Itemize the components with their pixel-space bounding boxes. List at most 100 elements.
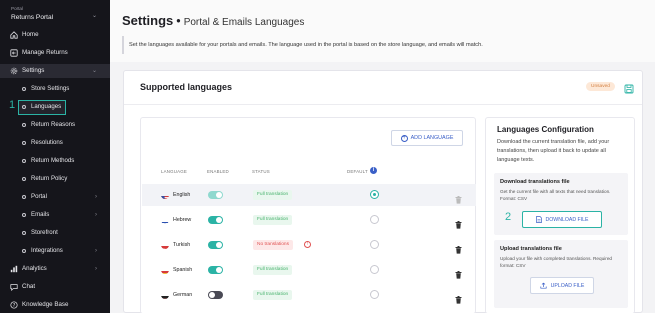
sidebar-subitem-integrations[interactable]: Integrations › bbox=[0, 244, 110, 258]
sidebar-item-label: Store Settings bbox=[31, 85, 70, 92]
portal-name: Returns Portal bbox=[11, 14, 54, 21]
plus-icon: + bbox=[400, 134, 408, 142]
column-header-enabled: ENABLED bbox=[207, 169, 229, 174]
language-name: English bbox=[173, 192, 191, 198]
sidebar-item-label: Portal bbox=[31, 193, 47, 200]
germany-flag-icon bbox=[161, 291, 169, 299]
analytics-icon bbox=[10, 265, 18, 273]
trash-icon[interactable] bbox=[455, 216, 462, 229]
sidebar-item-settings[interactable]: Settings ⌄ bbox=[0, 64, 110, 78]
config-title: Languages Configuration bbox=[497, 125, 594, 134]
chevron-right-icon: › bbox=[95, 212, 97, 218]
sidebar-subitem-storefront[interactable]: Storefront bbox=[0, 226, 110, 240]
column-header-status: STATUS bbox=[252, 169, 270, 174]
chevron-down-icon: ⌄ bbox=[91, 68, 97, 74]
spain-flag-icon bbox=[161, 266, 169, 274]
table-row: Hebrew Full translation bbox=[142, 209, 476, 231]
table-row: German Full translation bbox=[142, 284, 476, 306]
chevron-right-icon: › bbox=[95, 266, 97, 272]
add-language-button[interactable]: + ADD LANGUAGE bbox=[391, 130, 463, 146]
bullet-icon bbox=[22, 141, 26, 145]
page-header: Settings • Portal & Emails Languages Set t… bbox=[110, 0, 655, 62]
default-radio[interactable] bbox=[370, 190, 379, 199]
upload-icon bbox=[540, 282, 547, 289]
portal-caption: Portal bbox=[11, 6, 24, 11]
trash-icon[interactable] bbox=[455, 191, 462, 204]
default-radio[interactable] bbox=[370, 240, 379, 249]
israel-flag-icon bbox=[161, 216, 169, 224]
trash-icon[interactable] bbox=[455, 291, 462, 304]
bullet-icon bbox=[22, 177, 26, 181]
save-icon[interactable] bbox=[624, 81, 634, 94]
download-file-label: DOWNLOAD FILE bbox=[545, 216, 589, 223]
sidebar-subitem-return-policy[interactable]: Return Policy bbox=[0, 172, 110, 186]
home-icon bbox=[10, 31, 18, 39]
sidebar-item-label: Languages bbox=[31, 103, 62, 110]
sidebar-item-home[interactable]: Home bbox=[0, 28, 110, 42]
sidebar-item-label: Return Reasons bbox=[31, 121, 76, 128]
page-description: Set the languages available for your por… bbox=[129, 42, 483, 48]
languages-table-panel: + ADD LANGUAGE LANGUAGE ENABLED STATUS D… bbox=[140, 117, 476, 313]
sidebar-item-knowledge-base[interactable]: ? Knowledge Base bbox=[0, 298, 110, 312]
sidebar-subitem-resolutions[interactable]: Resolutions bbox=[0, 136, 110, 150]
bullet-icon bbox=[22, 213, 26, 217]
download-title: Download translations file bbox=[500, 179, 570, 185]
default-radio[interactable] bbox=[370, 265, 379, 274]
upload-file-button[interactable]: UPLOAD FILE bbox=[530, 277, 594, 294]
sidebar-item-label: Analytics bbox=[22, 265, 47, 272]
language-name: Hebrew bbox=[173, 217, 192, 223]
enabled-toggle[interactable] bbox=[208, 241, 223, 249]
sidebar-item-label: Resolutions bbox=[31, 139, 63, 146]
language-name: German bbox=[173, 292, 193, 298]
status-badge: No translations bbox=[253, 240, 293, 250]
sidebar-subitem-languages[interactable]: Languages bbox=[0, 100, 110, 115]
bullet-icon bbox=[22, 249, 26, 253]
trash-icon[interactable] bbox=[455, 266, 462, 279]
default-radio[interactable] bbox=[370, 215, 379, 224]
sidebar-item-label: Integrations bbox=[31, 247, 63, 254]
sidebar-item-label: Chat bbox=[22, 283, 36, 290]
portal-switcher[interactable]: Portal Returns Portal ⌄ bbox=[11, 6, 103, 24]
language-name: Spanish bbox=[173, 267, 193, 273]
bullet-icon bbox=[22, 195, 26, 199]
divider bbox=[124, 104, 642, 105]
sidebar-subitem-emails[interactable]: Emails › bbox=[0, 208, 110, 222]
bullet-icon bbox=[22, 87, 26, 91]
sidebar: Portal Returns Portal ⌄ Home Manage Retu… bbox=[0, 0, 110, 313]
us-flag-icon bbox=[161, 191, 169, 199]
download-section: Download translations file Get the curre… bbox=[494, 173, 628, 235]
default-radio[interactable] bbox=[370, 290, 379, 299]
sidebar-item-manage-returns[interactable]: Manage Returns bbox=[0, 46, 110, 60]
sidebar-subitem-return-reasons[interactable]: Return Reasons bbox=[0, 118, 110, 132]
table-row: Spanish Full translation bbox=[142, 259, 476, 281]
step-marker-2: 2 bbox=[505, 211, 512, 223]
upload-description: Upload your file with completed translat… bbox=[500, 256, 613, 269]
chevron-right-icon: › bbox=[95, 194, 97, 200]
sidebar-subitem-return-methods[interactable]: Return Methods bbox=[0, 154, 110, 168]
enabled-toggle[interactable] bbox=[208, 266, 223, 274]
enabled-toggle[interactable] bbox=[208, 291, 223, 299]
warning-icon[interactable]: ! bbox=[304, 241, 311, 248]
sidebar-item-label: Manage Returns bbox=[22, 49, 68, 56]
sidebar-subitem-portal[interactable]: Portal › bbox=[0, 190, 110, 204]
enabled-toggle[interactable] bbox=[208, 191, 223, 199]
returns-icon bbox=[10, 49, 18, 57]
enabled-toggle[interactable] bbox=[208, 216, 223, 224]
download-description: Get the current file with all texts that… bbox=[500, 189, 611, 202]
sidebar-subitem-store-settings[interactable]: Store Settings bbox=[0, 82, 110, 96]
download-file-button[interactable]: DOWNLOAD FILE bbox=[522, 211, 602, 228]
trash-icon[interactable] bbox=[455, 241, 462, 254]
sidebar-item-analytics[interactable]: Analytics › bbox=[0, 262, 110, 276]
page-subtitle: Portal & Emails Languages bbox=[183, 17, 305, 28]
chat-icon bbox=[10, 283, 18, 291]
sidebar-item-label: Return Methods bbox=[31, 157, 75, 164]
status-badge: Full translation bbox=[253, 265, 293, 275]
sidebar-item-chat[interactable]: Chat bbox=[0, 280, 110, 294]
sidebar-item-label: Storefront bbox=[31, 229, 58, 236]
title-separator: • bbox=[176, 14, 181, 28]
info-icon[interactable]: i bbox=[370, 167, 377, 174]
file-icon bbox=[535, 216, 542, 223]
table-row: Turkish No translations ! bbox=[142, 234, 476, 256]
bullet-icon bbox=[22, 105, 26, 109]
upload-section: Upload translations file Upload your fil… bbox=[494, 240, 628, 308]
